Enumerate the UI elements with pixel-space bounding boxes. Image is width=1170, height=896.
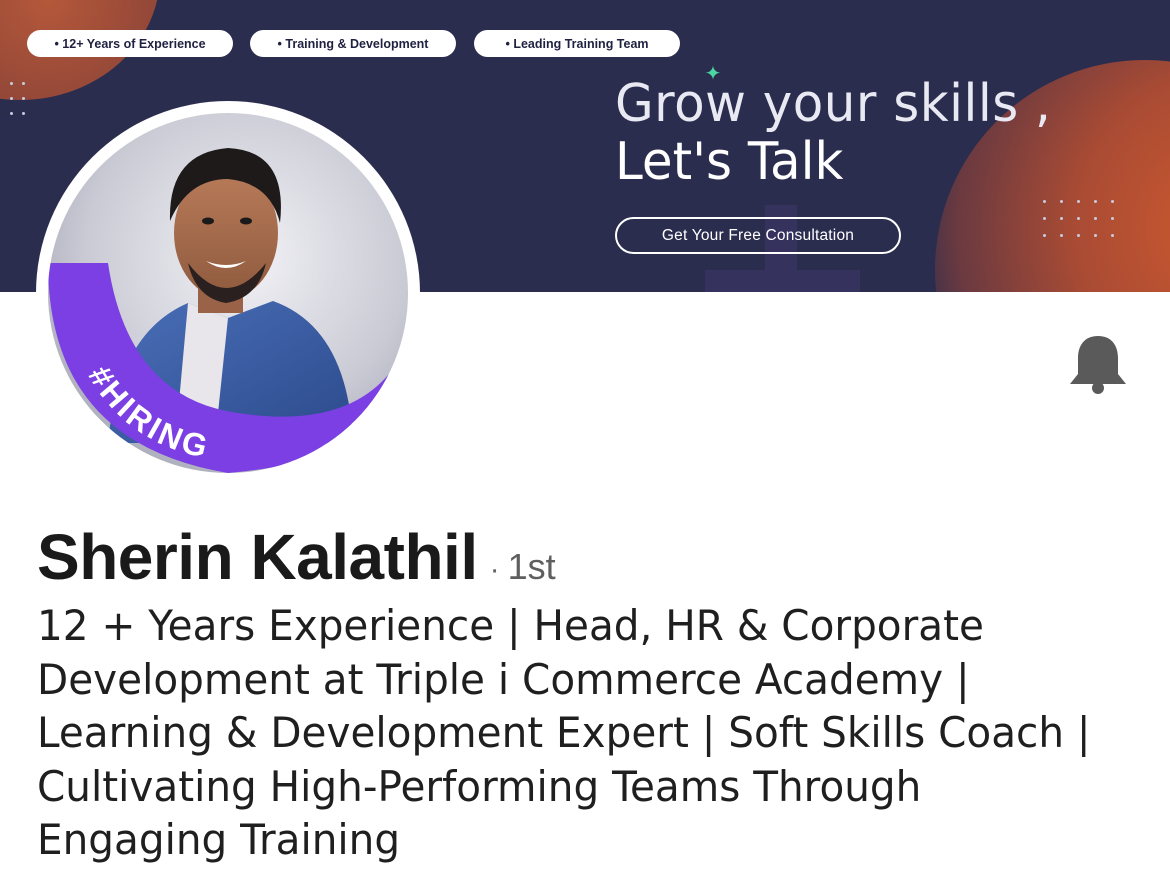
banner-pill-training: • Training & Development [250, 30, 456, 57]
banner-cta-button: Get Your Free Consultation [615, 217, 901, 254]
avatar[interactable]: #HIRING [48, 113, 408, 473]
banner-pill-experience: • 12+ Years of Experience [27, 30, 233, 57]
profile-name-row: Sherin Kalathil · 1st [37, 520, 556, 600]
banner-pill-team: • Leading Training Team [474, 30, 680, 57]
banner-headline-line2: Let's Talk [615, 132, 844, 192]
connection-degree: 1st [507, 546, 556, 587]
decorative-dots-right [1043, 200, 1114, 237]
avatar-photo: #HIRING [48, 148, 408, 473]
bell-icon[interactable] [1066, 334, 1130, 396]
profile-page: • 12+ Years of Experience • Training & D… [0, 0, 1170, 896]
profile-headline: 12 + Years Experience | Head, HR & Corpo… [37, 601, 1091, 864]
banner-headline-line1: Grow your skills , [615, 74, 1052, 134]
name-separator: · [489, 553, 500, 586]
profile-name: Sherin Kalathil [37, 521, 478, 593]
decorative-dots-left [10, 82, 25, 115]
